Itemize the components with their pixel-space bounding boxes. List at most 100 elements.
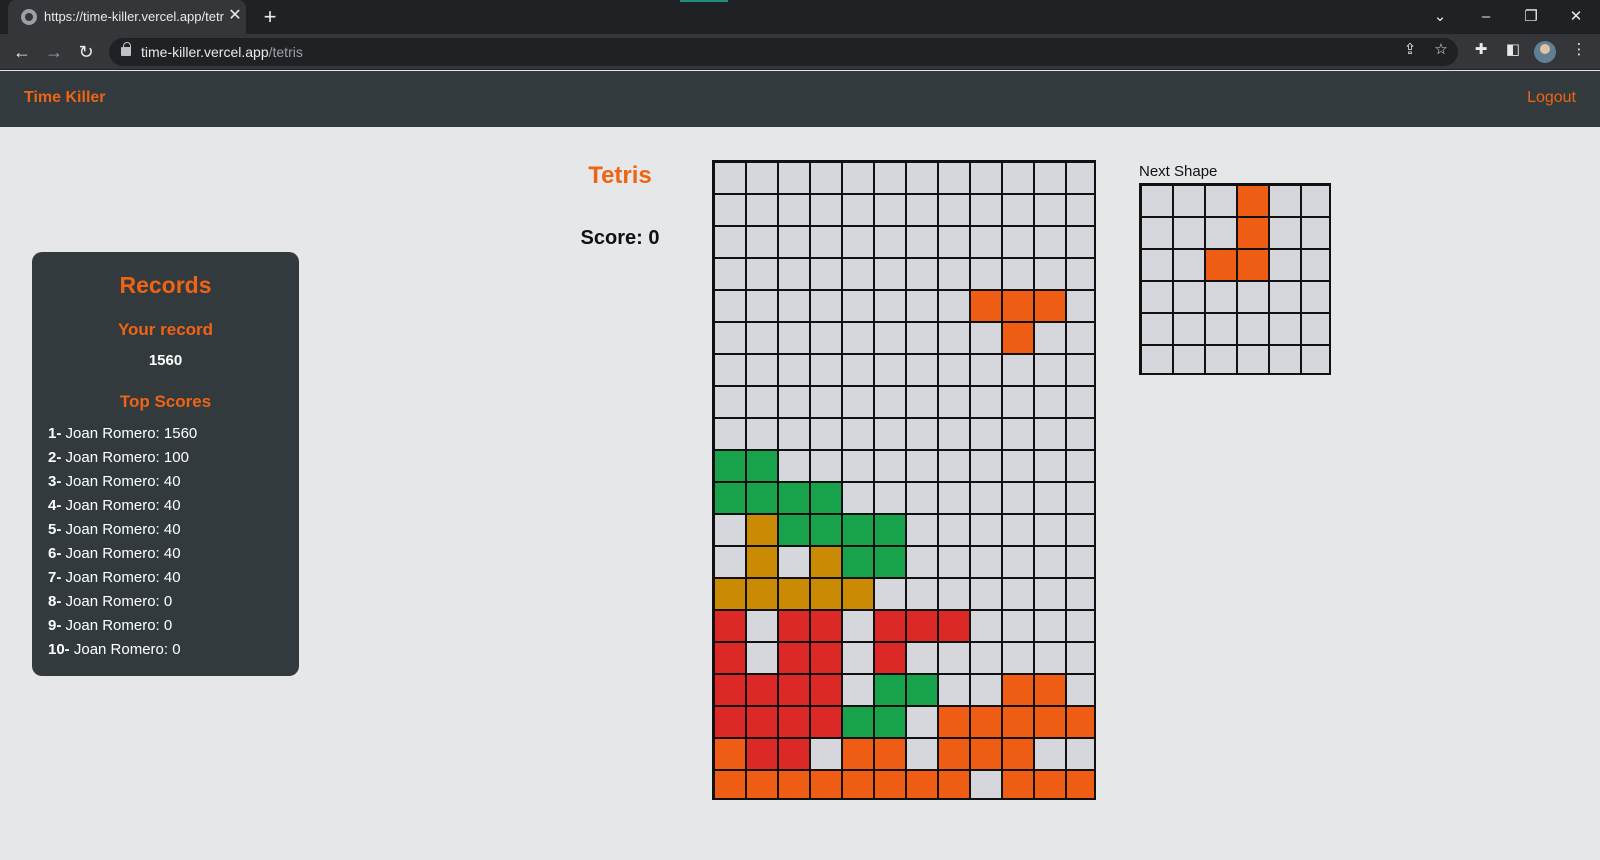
board-cell-empty [777, 353, 811, 387]
board-cell-empty [969, 257, 1003, 291]
board-cell-empty [841, 385, 875, 419]
board-cell-filled [809, 705, 843, 739]
board-cell-empty [841, 257, 875, 291]
board-cell-empty [1033, 257, 1067, 291]
board-cell-filled [714, 769, 747, 798]
board-cell-empty [969, 353, 1003, 387]
board-cell-filled [873, 769, 907, 798]
board-cell-empty [745, 225, 779, 259]
board-cell-empty [1001, 353, 1035, 387]
board-cell-empty [809, 737, 843, 771]
board-cell-empty [937, 545, 971, 579]
board-cell-filled [745, 545, 779, 579]
board-cell-empty [969, 513, 1003, 547]
board-cell-empty [969, 609, 1003, 643]
board-cell-empty [714, 257, 747, 291]
address-bar[interactable]: time-killer.vercel.app/tetris [109, 38, 1458, 66]
board-cell-filled [873, 641, 907, 675]
app-navbar: Time Killer Logout [0, 71, 1600, 127]
board-cell-filled [1065, 769, 1094, 798]
next-shape-cell-empty [1172, 312, 1206, 346]
reload-icon[interactable]: ↻ [73, 39, 99, 65]
board-cell-filled [714, 641, 747, 675]
next-shape-cell-empty [1300, 185, 1329, 218]
tab-close-icon[interactable]: ✕ [226, 7, 244, 25]
board-cell-empty [1001, 513, 1035, 547]
brand-link[interactable]: Time Killer [24, 89, 106, 107]
board-cell-filled [841, 513, 875, 547]
board-cell-empty [937, 481, 971, 515]
board-cell-empty [1033, 353, 1067, 387]
board-cell-empty [937, 353, 971, 387]
next-shape-cell-empty [1204, 280, 1238, 314]
board-cell-empty [1065, 162, 1094, 195]
board-cell-empty [873, 353, 907, 387]
window-close-icon[interactable]: ✕ [1563, 4, 1589, 30]
board-cell-empty [873, 289, 907, 323]
tab-search-chevron-icon[interactable]: ⌄ [1427, 4, 1453, 30]
board-cell-empty [969, 481, 1003, 515]
board-cell-empty [1001, 162, 1035, 195]
board-cell-empty [873, 193, 907, 227]
board-cell-filled [969, 289, 1003, 323]
board-cell-empty [777, 449, 811, 483]
board-cell-empty [841, 162, 875, 195]
board-cell-filled [809, 513, 843, 547]
board-cell-empty [1033, 481, 1067, 515]
board-cell-empty [969, 769, 1003, 798]
board-cell-empty [841, 449, 875, 483]
board-cell-filled [1065, 705, 1094, 739]
board-cell-filled [777, 513, 811, 547]
board-cell-empty [841, 481, 875, 515]
side-panel-icon[interactable]: ◧ [1501, 38, 1525, 62]
board-cell-empty [777, 257, 811, 291]
board-cell-empty [1033, 193, 1067, 227]
new-tab-button[interactable]: + [258, 5, 282, 29]
board-cell-filled [809, 641, 843, 675]
board-cell-filled [777, 577, 811, 611]
next-shape-cell-empty [1141, 312, 1174, 346]
next-shape-cell-filled [1236, 185, 1270, 218]
lock-icon [121, 42, 131, 56]
minimize-icon[interactable]: – [1473, 4, 1499, 30]
score-list-item: 6- Joan Romero: 40 [48, 545, 181, 562]
next-shape-cell-empty [1141, 216, 1174, 250]
board-cell-empty [809, 225, 843, 259]
board-cell-empty [1001, 225, 1035, 259]
board-cell-empty [777, 545, 811, 579]
browser-tab[interactable]: https://time-killer.vercel.app/tetris ✕ [8, 0, 246, 34]
board-cell-filled [809, 769, 843, 798]
tetris-board[interactable] [712, 160, 1096, 800]
more-menu-icon[interactable]: ⋮ [1567, 38, 1591, 62]
board-cell-empty [809, 449, 843, 483]
board-cell-empty [1065, 321, 1094, 355]
board-cell-empty [809, 353, 843, 387]
logout-link[interactable]: Logout [1527, 89, 1576, 107]
bookmark-star-icon[interactable]: ☆ [1429, 38, 1453, 62]
board-cell-empty [937, 641, 971, 675]
board-cell-filled [745, 673, 779, 707]
next-shape-label: Next Shape [1139, 163, 1218, 180]
board-cell-empty [1065, 353, 1094, 387]
board-cell-filled [873, 705, 907, 739]
extensions-puzzle-icon[interactable]: ✚ [1469, 38, 1493, 62]
board-cell-filled [873, 737, 907, 771]
board-cell-filled [745, 769, 779, 798]
board-cell-filled [937, 737, 971, 771]
board-cell-empty [841, 289, 875, 323]
board-cell-empty [714, 162, 747, 195]
board-cell-filled [873, 609, 907, 643]
board-cell-empty [1065, 257, 1094, 291]
board-cell-filled [1033, 673, 1067, 707]
back-arrow-icon[interactable]: ← [9, 39, 35, 65]
board-cell-filled [777, 769, 811, 798]
forward-arrow-icon[interactable]: → [41, 39, 67, 65]
board-cell-empty [937, 257, 971, 291]
share-icon[interactable]: ⇪ [1398, 38, 1422, 62]
profile-avatar[interactable] [1534, 41, 1556, 63]
board-cell-empty [745, 289, 779, 323]
next-shape-cell-empty [1268, 312, 1302, 346]
restore-icon[interactable]: ❐ [1518, 4, 1544, 30]
board-cell-filled [777, 673, 811, 707]
board-cell-empty [969, 641, 1003, 675]
